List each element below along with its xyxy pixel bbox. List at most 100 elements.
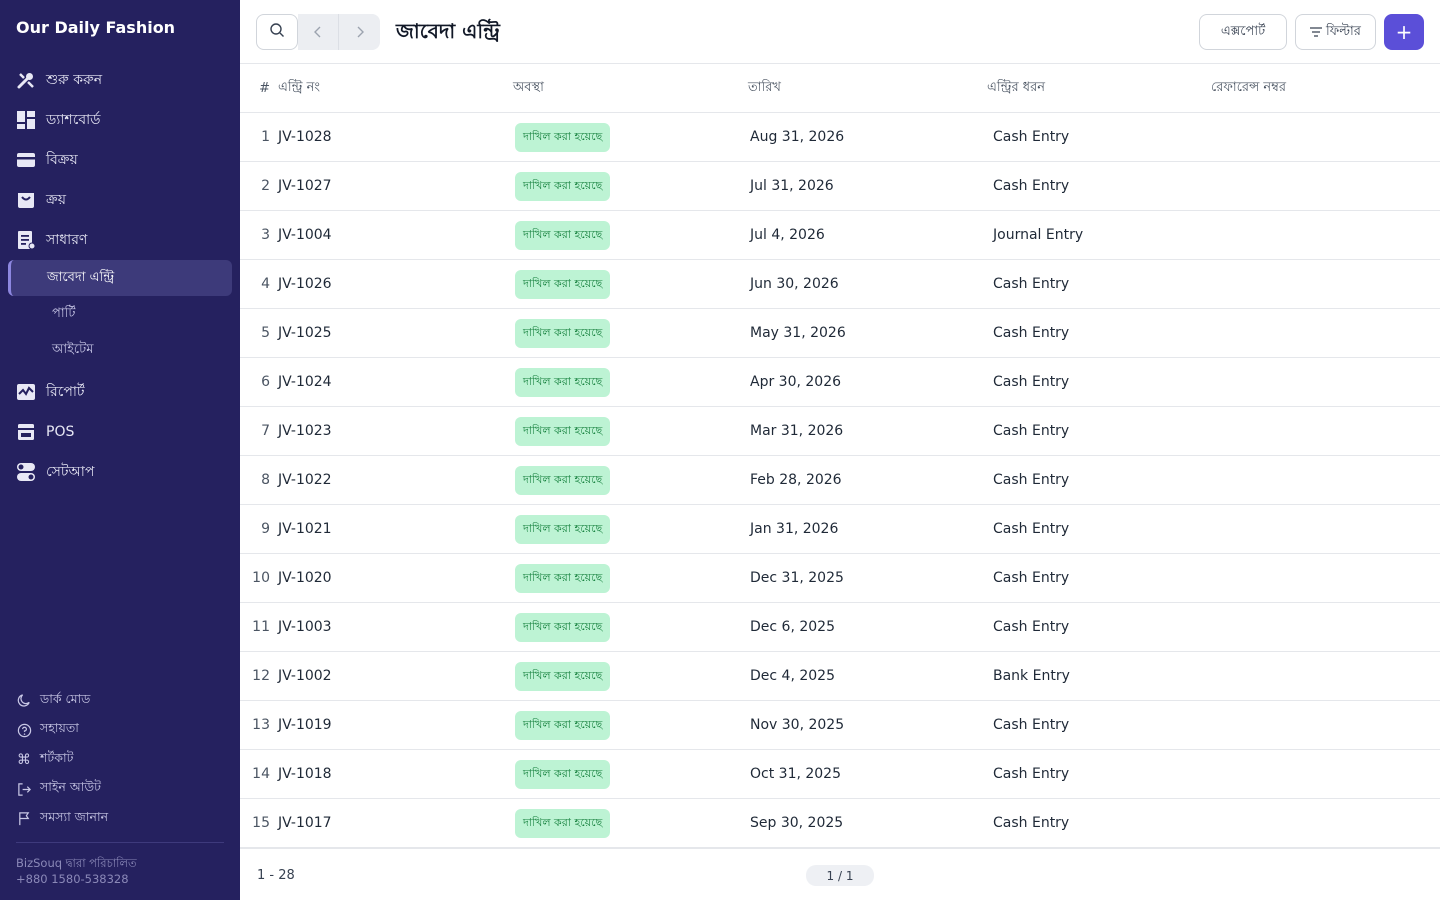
export-label: এক্সপোর্ট (1220, 23, 1266, 39)
table-row[interactable]: 6 JV-1024 দাখিল করা হয়েছে Apr 30, 2026 Cash… (240, 358, 1440, 407)
entry-number: JV-1027 (278, 178, 332, 194)
col-header-type[interactable]: এন্ট্রির ধরন (983, 78, 1211, 99)
table-row[interactable]: 10 JV-1020 দাখিল করা হয়েছে Dec 31, 2025 Cas… (240, 554, 1440, 603)
status-badge: দাখিল করা হয়েছে (515, 612, 611, 642)
entry-number: JV-1017 (278, 815, 332, 831)
row-number: 7 (261, 423, 270, 439)
table-row[interactable]: 7 JV-1023 দাখিল করা হয়েছে Mar 31, 2026 Cash… (240, 407, 1440, 456)
forward-button[interactable] (339, 14, 380, 50)
sign-out-label: সাইন আউট (40, 779, 101, 795)
report-issue-label: সমস্যা জানান (40, 808, 109, 824)
row-number: 10 (252, 570, 270, 586)
sidebar-item-get-started[interactable]: শুরু করুন (0, 60, 240, 100)
entry-type-cell: Cash Entry (993, 374, 1070, 390)
filter-button[interactable]: ফিল্টার (1295, 14, 1376, 50)
dark-mode-link[interactable]: ডার্ক মোড (0, 686, 240, 716)
page-indicator[interactable]: 1 / 1 (806, 865, 874, 886)
sidebar-item-label: বিক্রয় (46, 152, 78, 168)
status-badge: দাখিল করা হয়েছে (515, 171, 611, 201)
sidebar-subitem-party[interactable]: পার্টি (8, 296, 232, 332)
date-cell: Sep 30, 2025 (750, 815, 844, 831)
date-cell: Jul 4, 2026 (750, 227, 825, 243)
entry-type-cell: Cash Entry (993, 717, 1070, 733)
toggle-icon (16, 462, 36, 482)
moon-icon (16, 693, 32, 709)
sidebar-bottom-links: ডার্ক মোড সহায়তা ⌘ শর্টকাট সাইন আউট সমস… (0, 686, 240, 834)
entry-number: JV-1025 (278, 325, 332, 341)
export-button[interactable]: এক্সপোর্ট (1199, 14, 1287, 50)
table-row[interactable]: 13 JV-1019 দাখিল করা হয়েছে Nov 30, 2025 Cas… (240, 701, 1440, 750)
report-issue-link[interactable]: সমস্যা জানান (0, 804, 240, 834)
shortcuts-label: শর্টকাট (40, 749, 74, 765)
sidebar-subitem-item[interactable]: আইটেম (8, 332, 232, 368)
entry-type-cell: Journal Entry (993, 227, 1084, 243)
col-header-date[interactable]: তারিখ (748, 78, 983, 99)
row-number: 11 (252, 619, 270, 635)
status-badge: দাখিল করা হয়েছে (515, 808, 611, 838)
page-header: জাবেদা এন্ট্রি এক্সপোর্ট ফিল্টার + (240, 0, 1440, 64)
chart-icon (16, 382, 36, 402)
sign-out-link[interactable]: সাইন আউট (0, 775, 240, 805)
sidebar-item-pos[interactable]: POS (0, 412, 240, 452)
command-icon: ⌘ (17, 751, 31, 768)
row-number: 4 (261, 276, 270, 292)
sidebar-item-general[interactable]: সাধারণ (0, 220, 240, 260)
status-badge: দাখিল করা হয়েছে (515, 220, 611, 250)
date-cell: Feb 28, 2026 (750, 472, 842, 488)
table-row[interactable]: 5 JV-1025 দাখিল করা হয়েছে May 31, 2026 Cash… (240, 309, 1440, 358)
col-header-reference[interactable]: রেফারেন্স নম্বর (1211, 78, 1440, 99)
journal-entries-table: # এন্ট্রি নং অবস্থা তারিখ এন্ট্রির ধরন র… (240, 64, 1440, 848)
sidebar-item-label: ড্যাশবোর্ড (46, 112, 101, 128)
row-number: 6 (261, 374, 270, 390)
date-cell: Dec 31, 2025 (750, 570, 844, 586)
table-row[interactable]: 11 JV-1003 দাখিল করা হয়েছে Dec 6, 2025 Cash… (240, 603, 1440, 652)
entry-number: JV-1023 (278, 423, 332, 439)
status-badge: দাখিল করা হয়েছে (515, 318, 611, 348)
entry-number: JV-1022 (278, 472, 332, 488)
date-cell: Dec 4, 2025 (750, 668, 835, 684)
sidebar-item-dashboard[interactable]: ড্যাশবোর্ড (0, 100, 240, 140)
table-row[interactable]: 2 JV-1027 দাখিল করা হয়েছে Jul 31, 2026 Cash… (240, 162, 1440, 211)
table-row[interactable]: 3 JV-1004 দাখিল করা হয়েছে Jul 4, 2026 Journ… (240, 211, 1440, 260)
entry-type-cell: Cash Entry (993, 325, 1070, 341)
table-row[interactable]: 14 JV-1018 দাখিল করা হয়েছে Oct 31, 2025 Cas… (240, 750, 1440, 799)
table-row[interactable]: 9 JV-1021 দাখিল করা হয়েছে Jan 31, 2026 Cash… (240, 505, 1440, 554)
table-row[interactable]: 15 JV-1017 দাখিল করা হয়েছে Sep 30, 2025 Cas… (240, 799, 1440, 848)
entry-type-cell: Cash Entry (993, 129, 1070, 145)
entry-type-cell: Cash Entry (993, 276, 1070, 292)
sidebar-item-purchase[interactable]: ক্রয় (0, 180, 240, 220)
tools-icon (16, 70, 36, 90)
status-cell: দাখিল করা হয়েছে (513, 318, 748, 348)
status-cell: দাখিল করা হয়েছে (513, 220, 748, 250)
search-button[interactable] (256, 14, 298, 50)
sidebar-item-label: সেটআপ (46, 464, 95, 480)
status-badge: দাখিল করা হয়েছে (515, 514, 611, 544)
entry-number: JV-1021 (278, 521, 332, 537)
entry-type-cell: Bank Entry (993, 668, 1070, 684)
sidebar-item-label: শুরু করুন (46, 72, 103, 88)
entry-number: JV-1024 (278, 374, 332, 390)
table-row[interactable]: 12 JV-1002 দাখিল করা হয়েছে Dec 4, 2025 Bank… (240, 652, 1440, 701)
date-cell: Jun 30, 2026 (750, 276, 839, 292)
sidebar-item-setup[interactable]: সেটআপ (0, 452, 240, 492)
col-header-status[interactable]: অবস্থা (513, 78, 748, 99)
status-badge: দাখিল করা হয়েছে (515, 367, 611, 397)
sidebar-subitem-journal-entry[interactable]: জাবেদা এন্ট্রি (8, 260, 232, 296)
entry-type-cell: Cash Entry (993, 815, 1070, 831)
back-button[interactable] (298, 14, 339, 50)
status-cell: দাখিল করা হয়েছে (513, 171, 748, 201)
add-entry-button[interactable]: + (1384, 14, 1424, 50)
status-cell: দাখিল করা হয়েছে (513, 465, 748, 495)
sidebar-item-reports[interactable]: রিপোর্ট (0, 372, 240, 412)
shortcuts-link[interactable]: ⌘ শর্টকাট (0, 745, 240, 775)
help-link[interactable]: সহায়তা (0, 716, 240, 746)
table-row[interactable]: 8 JV-1022 দাখিল করা হয়েছে Feb 28, 2026 Cash… (240, 456, 1440, 505)
sidebar-item-sales[interactable]: বিক্রয় (0, 140, 240, 180)
table-row[interactable]: 4 JV-1026 দাখিল করা হয়েছে Jun 30, 2026 Cash… (240, 260, 1440, 309)
entry-number: JV-1028 (278, 129, 332, 145)
col-header-number: # (259, 80, 270, 96)
col-header-entry[interactable]: এন্ট্রি নং (278, 78, 513, 99)
entry-type-cell: Cash Entry (993, 178, 1070, 194)
status-cell: দাখিল করা হয়েছে (513, 612, 748, 642)
table-row[interactable]: 1 JV-1028 দাখিল করা হয়েছে Aug 31, 2026 Cash… (240, 113, 1440, 162)
